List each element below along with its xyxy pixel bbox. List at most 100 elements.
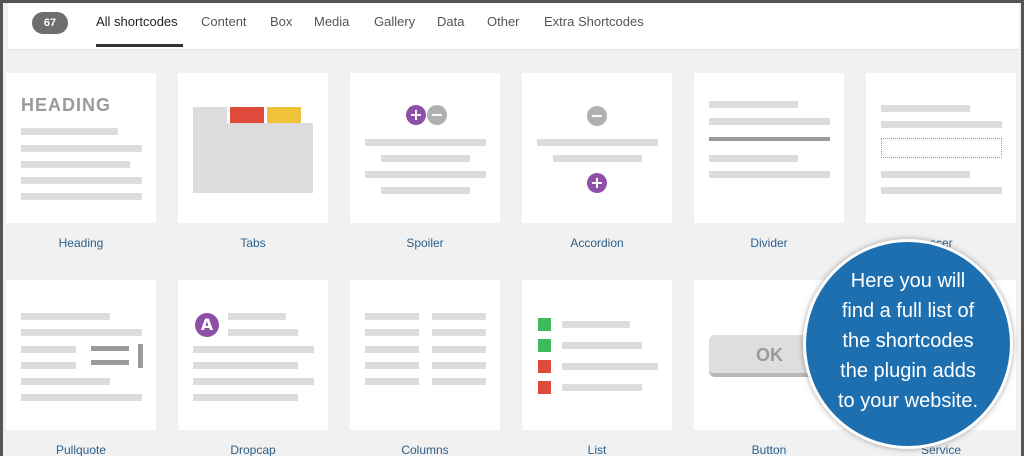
tab-extra-shortcodes[interactable]: Extra Shortcodes bbox=[544, 14, 644, 29]
quote-mark bbox=[138, 344, 143, 368]
shortcode-card-tabs[interactable] bbox=[178, 73, 328, 223]
shortcodes-window: 67 All shortcodes Content Box Media Gall… bbox=[0, 0, 1024, 456]
preview-line bbox=[365, 329, 419, 336]
preview-line bbox=[432, 313, 486, 320]
preview-line bbox=[21, 378, 110, 385]
tab-content[interactable]: Content bbox=[201, 14, 247, 29]
preview-line bbox=[365, 362, 419, 369]
callout-line: to your website. bbox=[837, 390, 979, 412]
preview-line bbox=[193, 378, 314, 385]
plus-icon: + bbox=[406, 105, 426, 125]
shortcode-label-pullquote[interactable]: Pullquote bbox=[6, 443, 156, 456]
preview-line bbox=[537, 139, 658, 146]
plus-icon: + bbox=[587, 173, 607, 193]
shortcode-card-spacer[interactable] bbox=[866, 73, 1016, 223]
preview-line bbox=[709, 155, 798, 162]
shortcode-card-list[interactable] bbox=[522, 280, 672, 430]
shortcode-label-dropcap[interactable]: Dropcap bbox=[178, 443, 328, 456]
shortcode-card-dropcap[interactable]: A bbox=[178, 280, 328, 430]
preview-line bbox=[432, 346, 486, 353]
preview-line bbox=[562, 342, 642, 349]
shortcode-card-spoiler[interactable]: − + bbox=[350, 73, 500, 223]
preview-line bbox=[193, 394, 298, 401]
shortcode-card-accordion[interactable]: − + bbox=[522, 73, 672, 223]
tab-box[interactable]: Box bbox=[270, 14, 292, 29]
callout-line: Here you will bbox=[850, 270, 966, 292]
preview-line bbox=[365, 346, 419, 353]
preview-line bbox=[21, 329, 142, 336]
preview-line bbox=[553, 155, 642, 162]
preview-line bbox=[881, 121, 1002, 128]
callout-line: the shortcodes bbox=[842, 330, 974, 352]
minus-icon: − bbox=[587, 106, 607, 126]
tab-media[interactable]: Media bbox=[314, 14, 349, 29]
preview-line bbox=[562, 384, 642, 391]
active-tab-indicator bbox=[96, 44, 183, 47]
preview-line bbox=[365, 378, 419, 385]
tab-data[interactable]: Data bbox=[437, 14, 464, 29]
tab-all-shortcodes[interactable]: All shortcodes bbox=[96, 14, 178, 29]
preview-line bbox=[365, 139, 486, 146]
shortcode-label-divider[interactable]: Divider bbox=[694, 236, 844, 250]
category-tabbar: 67 All shortcodes Content Box Media Gall… bbox=[8, 3, 1019, 50]
shortcode-label-heading[interactable]: Heading bbox=[6, 236, 156, 250]
preview-line bbox=[432, 362, 486, 369]
preview-line bbox=[21, 161, 130, 168]
preview-line bbox=[562, 321, 630, 328]
tab-shape-yellow bbox=[267, 107, 301, 123]
red-square-icon bbox=[538, 360, 551, 373]
preview-line bbox=[432, 329, 486, 336]
red-square-icon bbox=[538, 381, 551, 394]
preview-line bbox=[381, 187, 470, 194]
preview-line bbox=[228, 329, 298, 336]
quote-line bbox=[91, 360, 129, 365]
preview-line bbox=[881, 105, 970, 112]
divider-line bbox=[709, 137, 830, 141]
preview-line bbox=[193, 346, 314, 353]
tab-shape-red bbox=[230, 107, 264, 123]
preview-line bbox=[21, 394, 142, 401]
shortcode-label-accordion[interactable]: Accordion bbox=[522, 236, 672, 250]
tab-shape-inactive bbox=[193, 107, 227, 123]
tab-gallery[interactable]: Gallery bbox=[374, 14, 415, 29]
dropcap-letter: A bbox=[195, 313, 219, 337]
callout-text: Here you will find a full list of the sh… bbox=[806, 266, 1010, 416]
tab-other[interactable]: Other bbox=[487, 14, 520, 29]
preview-line bbox=[381, 155, 470, 162]
shortcode-card-heading[interactable]: HEADING bbox=[6, 73, 156, 223]
shortcode-label-tabs[interactable]: Tabs bbox=[178, 236, 328, 250]
preview-line bbox=[21, 362, 76, 369]
preview-line bbox=[709, 171, 830, 178]
preview-line bbox=[432, 378, 486, 385]
shortcode-label-spoiler[interactable]: Spoiler bbox=[350, 236, 500, 250]
preview-line bbox=[193, 362, 298, 369]
preview-line bbox=[365, 313, 419, 320]
shortcode-label-columns[interactable]: Columns bbox=[350, 443, 500, 456]
callout-line: the plugin adds bbox=[840, 360, 976, 382]
minus-icon: − bbox=[427, 105, 447, 125]
shortcode-card-pullquote[interactable] bbox=[6, 280, 156, 430]
preview-line bbox=[21, 177, 142, 184]
preview-line bbox=[562, 363, 658, 370]
quote-line bbox=[91, 346, 129, 351]
callout-bubble: Here you will find a full list of the sh… bbox=[803, 239, 1013, 449]
preview-line bbox=[21, 193, 142, 200]
preview-line bbox=[21, 128, 118, 135]
preview-line bbox=[881, 187, 1002, 194]
preview-line bbox=[21, 145, 142, 152]
shortcode-card-columns[interactable] bbox=[350, 280, 500, 430]
preview-line bbox=[228, 313, 286, 320]
preview-line bbox=[709, 118, 830, 125]
shortcode-count-badge: 67 bbox=[32, 12, 68, 34]
preview-line bbox=[881, 171, 970, 178]
shortcode-card-divider[interactable] bbox=[694, 73, 844, 223]
shortcode-label-button[interactable]: Button bbox=[694, 443, 844, 456]
heading-preview-text: HEADING bbox=[21, 95, 112, 115]
preview-line bbox=[365, 171, 486, 178]
tab-panel-shape bbox=[193, 123, 313, 193]
green-square-icon bbox=[538, 339, 551, 352]
spacer-box bbox=[881, 138, 1002, 158]
shortcode-label-list[interactable]: List bbox=[522, 443, 672, 456]
green-square-icon bbox=[538, 318, 551, 331]
callout-line: find a full list of bbox=[841, 300, 975, 322]
